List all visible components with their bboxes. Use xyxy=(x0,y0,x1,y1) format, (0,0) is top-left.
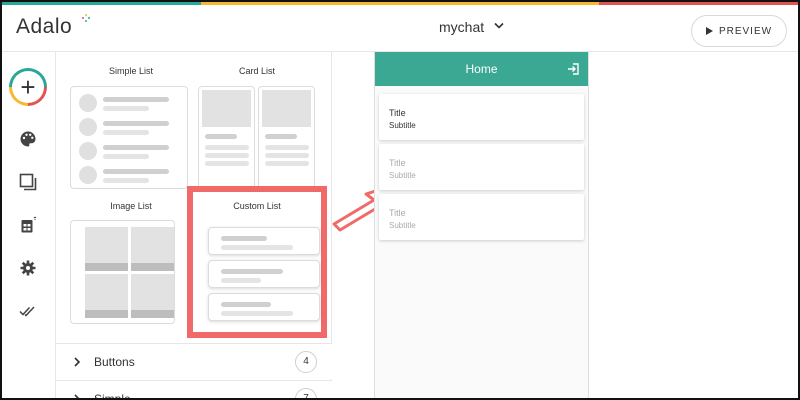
checkmarks-icon[interactable] xyxy=(19,302,37,320)
list-item[interactable]: Title Subtitle xyxy=(379,144,584,190)
simple-list-label: Simple List xyxy=(108,66,153,76)
section-count-badge: 4 xyxy=(295,350,317,373)
custom-list-highlight: Custom List xyxy=(187,186,327,338)
section-label: Buttons xyxy=(94,354,135,369)
preview-label: PREVIEW xyxy=(718,25,773,37)
gear-icon[interactable] xyxy=(19,259,37,277)
screen-header: Home xyxy=(375,52,588,86)
list-item[interactable]: Title Subtitle xyxy=(379,194,584,240)
section-simple[interactable]: Simple 7 xyxy=(56,380,332,400)
custom-list-component[interactable] xyxy=(197,220,320,328)
palette-icon[interactable] xyxy=(19,130,37,148)
top-header: Adalo mychat PREVIEW xyxy=(2,5,798,52)
app-frame: Adalo mychat PREVIEW + Simple List Card … xyxy=(0,0,800,400)
chevron-right-icon xyxy=(74,357,81,367)
custom-list-card xyxy=(208,260,320,288)
database-icon[interactable] xyxy=(19,216,37,234)
section-count-badge: 7 xyxy=(295,387,317,398)
device-screen[interactable]: Home Title Subtitle Title Subtitle Title… xyxy=(374,52,589,398)
card-list-label: Card List xyxy=(238,66,275,76)
section-label: Simple xyxy=(94,391,131,400)
list-item-subtitle: Subtitle xyxy=(389,171,416,180)
add-icon: + xyxy=(12,71,44,103)
screen-title: Home xyxy=(465,62,498,76)
simple-list-component[interactable] xyxy=(70,86,188,189)
chevron-down-icon[interactable] xyxy=(494,22,504,30)
custom-list-card xyxy=(208,293,320,321)
image-list-component[interactable] xyxy=(70,220,175,324)
chevron-right-icon xyxy=(74,394,80,398)
card-list-component[interactable] xyxy=(198,86,316,189)
custom-list-card xyxy=(208,227,320,255)
image-list-label: Image List xyxy=(110,201,152,211)
adalo-logo[interactable]: Adalo xyxy=(16,15,72,39)
list-item-subtitle: Subtitle xyxy=(389,121,416,130)
list-item-title: Title xyxy=(389,108,406,118)
left-toolbar: + xyxy=(2,52,56,398)
app-name-selector[interactable]: mychat xyxy=(439,19,484,35)
add-component-button[interactable]: + xyxy=(9,68,47,106)
custom-list-label: Custom List xyxy=(233,201,281,211)
exit-icon[interactable] xyxy=(567,63,579,75)
screens-icon[interactable] xyxy=(19,173,37,191)
list-item-title: Title xyxy=(389,158,406,168)
logo-spark-icon xyxy=(82,14,90,22)
list-item-title: Title xyxy=(389,208,406,218)
list-item-subtitle: Subtitle xyxy=(389,221,416,230)
section-buttons[interactable]: Buttons 4 xyxy=(56,343,332,379)
play-icon xyxy=(705,27,713,35)
preview-button[interactable]: PREVIEW xyxy=(691,15,787,47)
list-item[interactable]: Title Subtitle xyxy=(379,94,584,140)
